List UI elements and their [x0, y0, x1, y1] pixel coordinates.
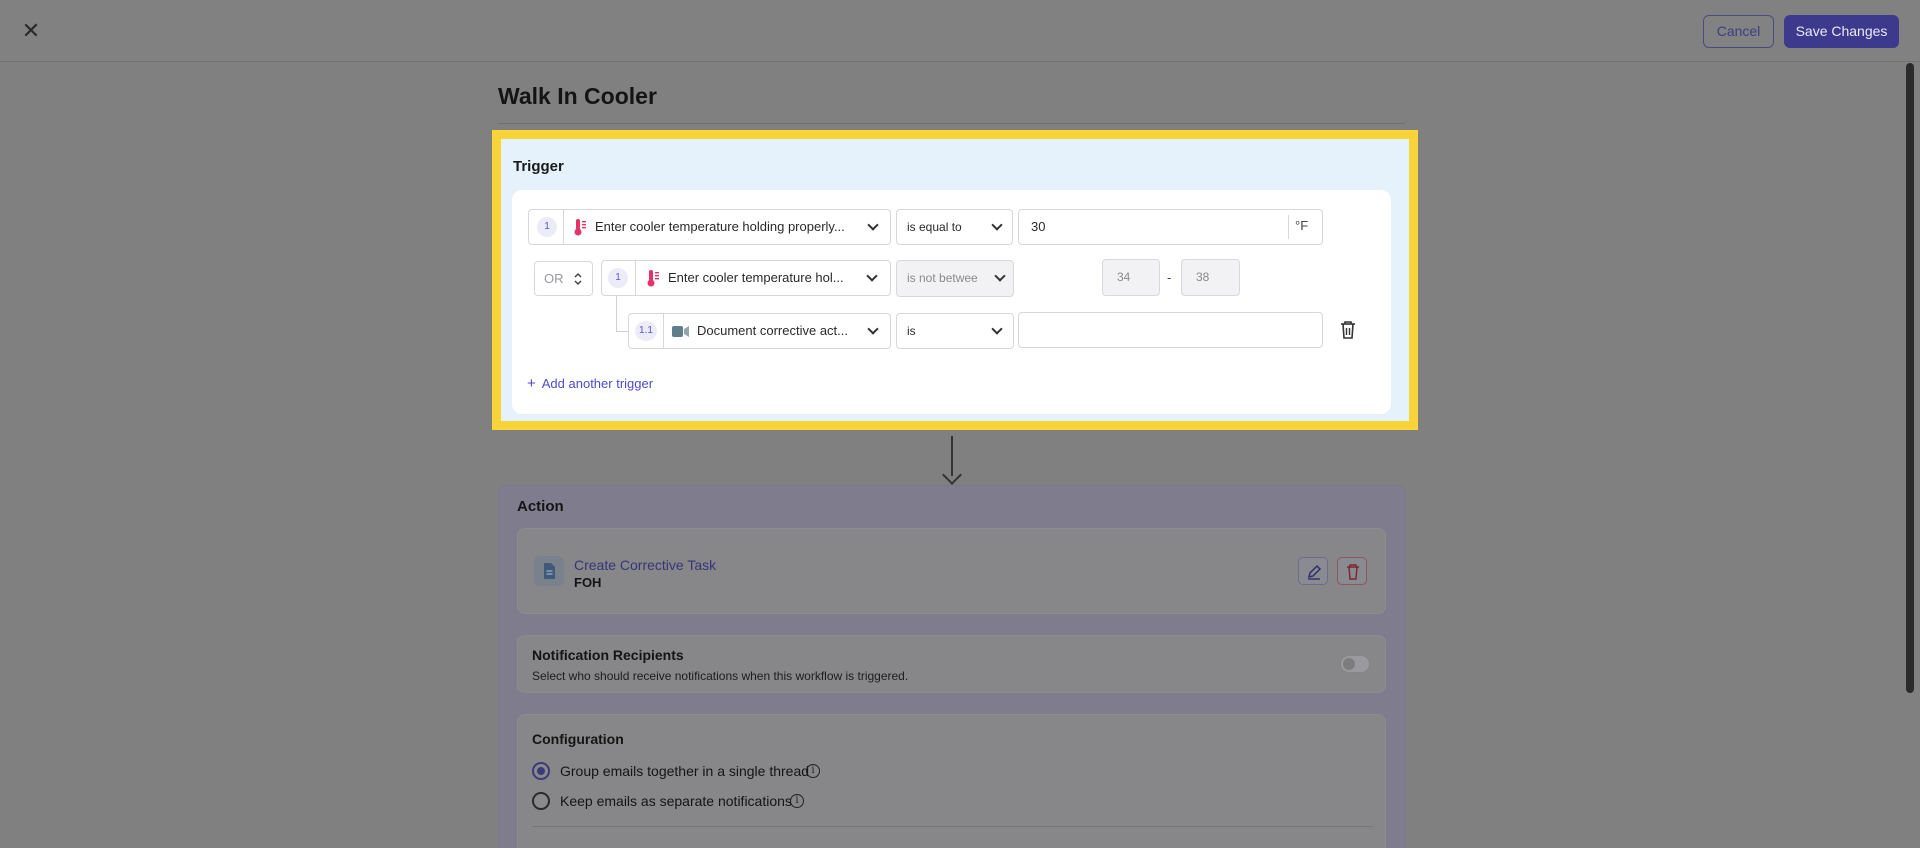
pencil-icon: [1307, 564, 1322, 580]
notification-description: Select who should receive notifications …: [532, 669, 909, 683]
operator-select-1[interactable]: is equal to: [896, 209, 1013, 245]
separate-emails-label: Keep emails as separate notifications: [560, 793, 792, 809]
radio-group-emails[interactable]: [532, 762, 550, 780]
chevron-down-icon: [991, 219, 1003, 231]
range-dash: -: [1167, 270, 1172, 285]
edit-button[interactable]: [1298, 557, 1328, 585]
arrow-down-icon: [942, 465, 962, 485]
trigger-question-select-2[interactable]: 1 Enter cooler temperature hol...: [601, 260, 891, 296]
chevron-down-icon: [867, 219, 879, 231]
operator-label: is not betwee: [907, 271, 978, 285]
thermometer-icon: [574, 219, 586, 236]
create-corrective-task-link[interactable]: Create Corrective Task: [574, 557, 716, 573]
add-trigger-link[interactable]: + Add another trigger: [527, 375, 653, 392]
nested-connector: [616, 296, 617, 332]
scrollbar[interactable]: [1906, 63, 1914, 693]
save-changes-button[interactable]: Save Changes: [1784, 15, 1899, 48]
range-min-value: 34: [1117, 270, 1131, 284]
thermometer-icon: [647, 270, 659, 287]
operator-select-3[interactable]: is: [896, 313, 1014, 349]
info-icon[interactable]: i: [790, 794, 804, 808]
configuration-card: [517, 714, 1386, 848]
notifications-card: [517, 635, 1386, 693]
info-icon[interactable]: i: [806, 764, 820, 778]
step-number-badge: 1: [608, 268, 628, 288]
range-max-input[interactable]: 38: [1181, 259, 1240, 296]
operator-select-2[interactable]: is not betwee: [896, 260, 1014, 297]
trigger-title: Trigger: [513, 158, 564, 175]
notification-recipients-title: Notification Recipients: [532, 647, 684, 663]
range-max-value: 38: [1196, 270, 1210, 284]
page-title: Walk In Cooler: [498, 83, 657, 109]
chevron-down-icon: [867, 323, 879, 335]
divider: [532, 826, 1373, 827]
action-title: Action: [517, 498, 564, 515]
radio-separate-emails[interactable]: [532, 792, 550, 810]
question-label: Enter cooler temperature hol...: [668, 270, 844, 285]
top-bar: ✕ Cancel Save Changes: [0, 0, 1920, 62]
corrective-action-input[interactable]: [1018, 312, 1323, 348]
range-min-input[interactable]: 34: [1102, 259, 1160, 296]
document-icon: [534, 556, 564, 586]
add-trigger-label: Add another trigger: [541, 376, 654, 391]
group-emails-label: Group emails together in a single thread: [560, 763, 810, 779]
logic-operator-select[interactable]: OR: [534, 261, 593, 296]
question-label: Document corrective act...: [697, 323, 848, 338]
trash-icon[interactable]: [1339, 320, 1357, 340]
trash-icon: [1347, 564, 1359, 580]
notifications-toggle[interactable]: [1340, 655, 1370, 673]
delete-action-button[interactable]: [1337, 557, 1367, 585]
step-number-badge: 1.1: [635, 321, 657, 341]
step-number-badge: 1: [537, 217, 557, 237]
trigger-question-select-1[interactable]: 1 Enter cooler temperature holding prope…: [528, 209, 891, 245]
question-label: Enter cooler temperature holding properl…: [595, 219, 845, 234]
logic-operator-label: OR: [544, 271, 564, 286]
operator-label: is equal to: [907, 220, 962, 234]
plus-icon: +: [527, 375, 536, 392]
divider: [498, 123, 1405, 124]
task-location: FOH: [574, 575, 602, 590]
value-text: 30: [1031, 219, 1046, 234]
chevron-down-icon: [991, 323, 1003, 335]
unit-label: °F: [1295, 218, 1309, 233]
operator-label: is: [907, 324, 916, 338]
cancel-button[interactable]: Cancel: [1703, 15, 1774, 48]
chevron-down-icon: [994, 270, 1006, 282]
temperature-value-input[interactable]: 30 °F: [1018, 209, 1323, 245]
configuration-title: Configuration: [532, 731, 624, 747]
up-down-chevron-icon: [574, 272, 582, 286]
nested-connector: [616, 331, 628, 332]
close-icon[interactable]: ✕: [20, 20, 42, 42]
chat-icon: [672, 326, 689, 337]
trigger-question-select-3[interactable]: 1.1 Document corrective act...: [628, 313, 891, 349]
chevron-down-icon: [866, 270, 878, 282]
